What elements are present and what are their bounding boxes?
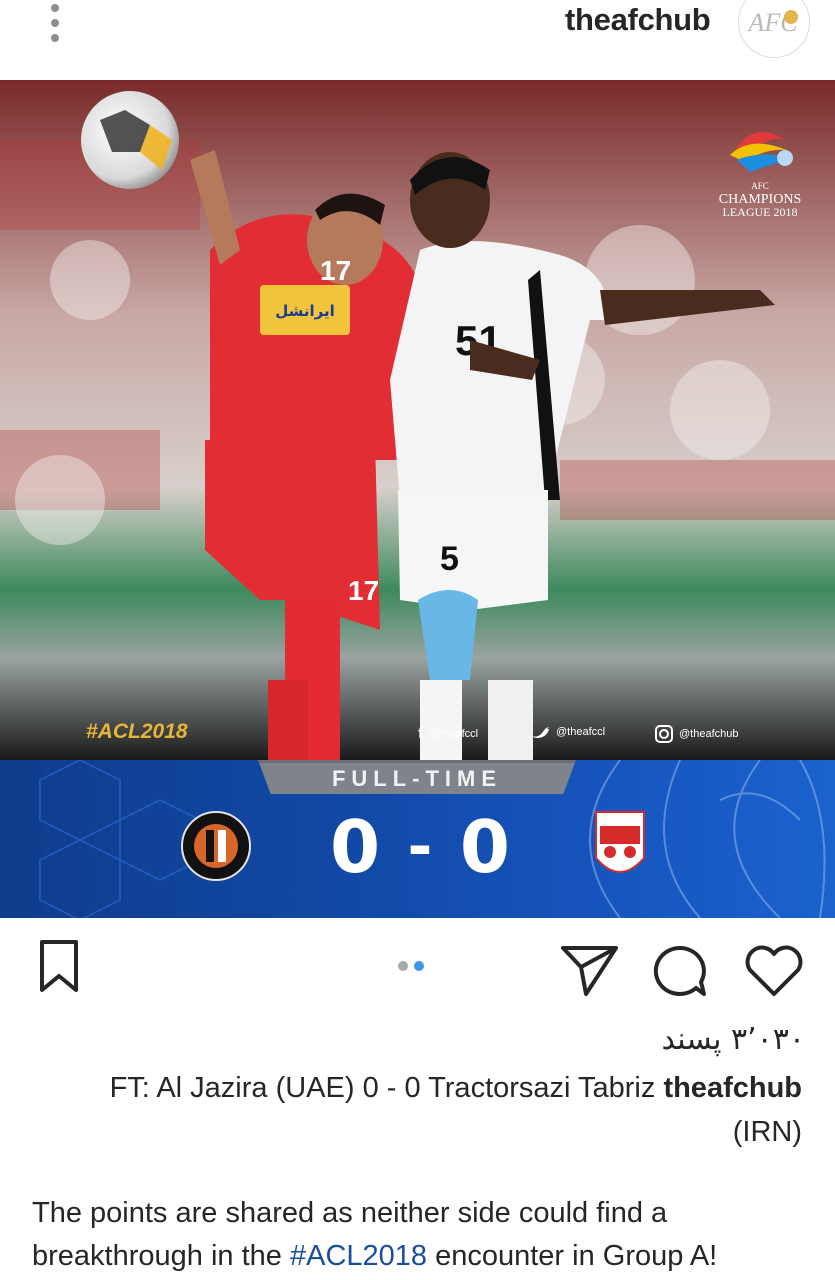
profile-avatar[interactable]: AFC (738, 0, 810, 58)
away-score: 0 (459, 805, 510, 889)
carousel-indicator (398, 961, 424, 971)
post-image[interactable]: ايرانشل 17 17 51 5 AFC CHAMPIONS LEAGUE … (0, 80, 835, 918)
instagram-handle: @theafchub (655, 725, 739, 743)
facebook-handle-text: @theafccl (429, 727, 479, 740)
instagram-handle-text: @theafchub (679, 728, 739, 740)
match-score: 0 - 0 (330, 805, 510, 889)
more-dot (51, 4, 59, 12)
facebook-handle: f @theafccl (418, 725, 478, 742)
tractor-sazi-crest-icon (592, 808, 648, 886)
more-dot (51, 34, 59, 42)
svg-text:17: 17 (320, 255, 351, 286)
score-banner: FULL-TIME 0 - 0 (0, 760, 835, 918)
send-icon[interactable] (560, 944, 620, 998)
heart-icon[interactable] (742, 944, 806, 998)
instagram-icon (655, 725, 673, 743)
twitter-handle: @theafccl (532, 725, 605, 739)
svg-text:5: 5 (440, 540, 459, 578)
full-time-label: FULL-TIME (258, 760, 576, 794)
post-username[interactable]: theafchub (565, 2, 711, 38)
facebook-icon: f (418, 725, 423, 742)
svg-text:17: 17 (348, 575, 379, 606)
caption: FT: Al Jazira (UAE) 0 - 0 Tractorsazi Ta… (46, 1066, 802, 1154)
comment-icon[interactable] (652, 944, 708, 998)
home-score: 0 (330, 805, 381, 889)
caption-hashtag-link[interactable]: #ACL2018 (290, 1240, 427, 1272)
more-dot (51, 19, 59, 27)
acl-logo-text: AFC CHAMPIONS LEAGUE 2018 (710, 180, 810, 219)
caption-text: FT: Al Jazira (UAE) 0 - 0 Tractorsazi Ta… (109, 1072, 656, 1104)
afc-logo-icon: AFC (741, 0, 809, 57)
carousel-dot (398, 961, 408, 971)
caption-username[interactable]: theafchub (663, 1072, 802, 1104)
more-options-button[interactable] (40, 2, 70, 44)
twitter-handle-text: @theafccl (556, 726, 606, 738)
acl-logo-line3: LEAGUE 2018 (722, 205, 798, 219)
likes-count[interactable]: ۳٬۰۳۰ پسند (662, 1022, 805, 1057)
twitter-icon (532, 727, 549, 738)
post-header: theafchub AFC (0, 0, 835, 80)
bookmark-icon[interactable] (38, 940, 80, 994)
caption-body-part2: encounter in Group A! (427, 1240, 718, 1272)
post-actions (0, 918, 835, 1018)
overlay-hashtag: #ACL2018 (86, 720, 188, 743)
caption-text-continued: (IRN) (732, 1116, 802, 1148)
al-jazira-club-crest-icon (180, 810, 252, 882)
score-separator: - (407, 812, 433, 882)
svg-text:ايرانشل: ايرانشل (275, 303, 335, 320)
carousel-dot-active (414, 961, 424, 971)
caption-body: The points are shared as neither side co… (32, 1192, 812, 1278)
